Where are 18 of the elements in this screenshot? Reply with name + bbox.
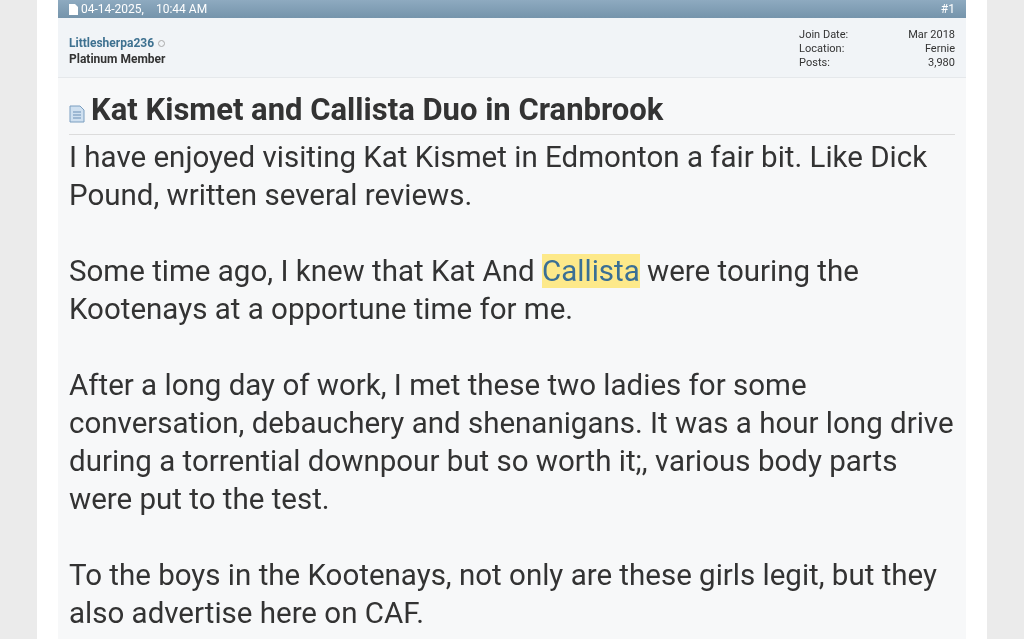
- stat-value: 3,980: [927, 56, 955, 70]
- post-title: Kat Kismet and Callista Duo in Cranbrook: [91, 92, 664, 128]
- stat-label: Location:: [799, 42, 846, 56]
- document-icon: [69, 105, 85, 123]
- stat-label: Posts:: [799, 56, 831, 70]
- stat-value: Fernie: [923, 42, 955, 56]
- post-number-link[interactable]: #1: [940, 0, 955, 18]
- stat-label: Join Date:: [799, 28, 849, 42]
- post-date: 04-14-2025,: [81, 1, 144, 18]
- post-paragraph: To the boys in the Kootenays, not only are these girls legit, but they also advertise here on CAF.: [69, 557, 938, 632]
- post-paragraph: Some time ago, I knew that Kat And Callista were touring the Kootenays at a opportune time for me.: [69, 253, 860, 328]
- stat-value: Mar 2018: [908, 28, 955, 42]
- post-paragraph: After a long day of work, I met these two ladies for some conversation, debauchery and shenanigans. It was a hour long drive during a torrential downpour but so worth it;, various body parts were put to the test.: [69, 367, 955, 518]
- document-icon: [69, 3, 78, 15]
- post-time: 10:44 AM: [155, 1, 208, 18]
- user-rank: Platinum Member: [69, 51, 166, 67]
- username-link[interactable]: Littlesherpa236: [69, 35, 155, 51]
- post-paragraph: I have enjoyed visiting Kat Kismet in Edmonton a fair bit. Like Dick Pound, written several reviews.: [69, 139, 929, 214]
